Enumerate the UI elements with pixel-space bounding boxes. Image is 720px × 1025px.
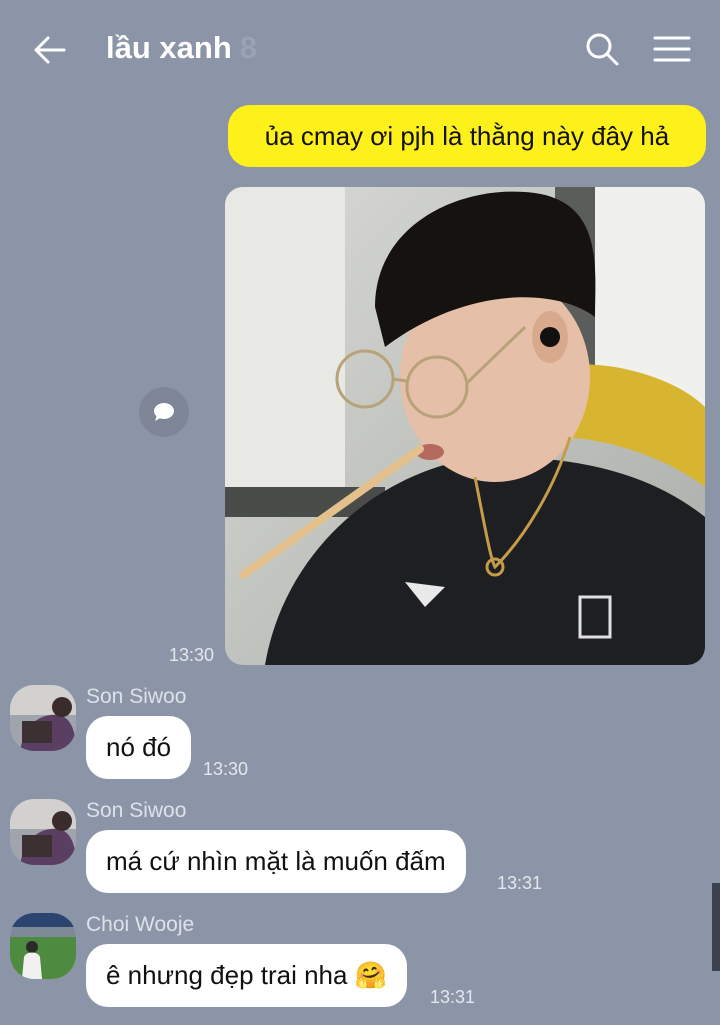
chat-title: lầu xanh 8 xyxy=(106,28,257,68)
chat-header: lầu xanh 8 xyxy=(0,0,720,96)
avatar[interactable] xyxy=(10,685,76,751)
message-time: 13:30 xyxy=(169,645,215,665)
search-icon[interactable] xyxy=(580,27,624,71)
message-bubble[interactable]: nó đó xyxy=(86,716,192,779)
speech-bubble-icon xyxy=(154,403,174,421)
message-time: 13:31 xyxy=(497,873,543,893)
sender-name: Son Siwoo xyxy=(86,685,187,708)
hamburger-menu-icon[interactable] xyxy=(650,27,694,71)
photo-message[interactable] xyxy=(225,187,705,665)
hugging-face-emoji: 🤗 xyxy=(354,960,388,990)
back-arrow-icon[interactable] xyxy=(28,28,72,72)
chat-room-name: lầu xanh xyxy=(106,30,232,65)
avatar[interactable] xyxy=(10,799,76,865)
avatar[interactable] xyxy=(10,913,76,979)
share-button[interactable] xyxy=(139,387,189,437)
message-bubble[interactable]: ê nhưng đẹp trai nha 🤗 xyxy=(86,944,408,1007)
message-time: 13:30 xyxy=(203,759,249,779)
sender-name: Son Siwoo xyxy=(86,799,187,822)
my-message-bubble[interactable]: ủa cmay ơi pjh là thằng này đây hả xyxy=(228,105,706,167)
message-time: 13:31 xyxy=(430,987,476,1007)
member-count: 8 xyxy=(239,30,258,65)
scrollbar[interactable] xyxy=(712,883,720,971)
message-bubble[interactable]: má cứ nhìn mặt là muốn đấm xyxy=(86,830,466,893)
sender-name: Choi Wooje xyxy=(86,913,195,936)
message-text: ê nhưng đẹp trai nha xyxy=(106,960,348,990)
photo-image xyxy=(225,187,705,665)
